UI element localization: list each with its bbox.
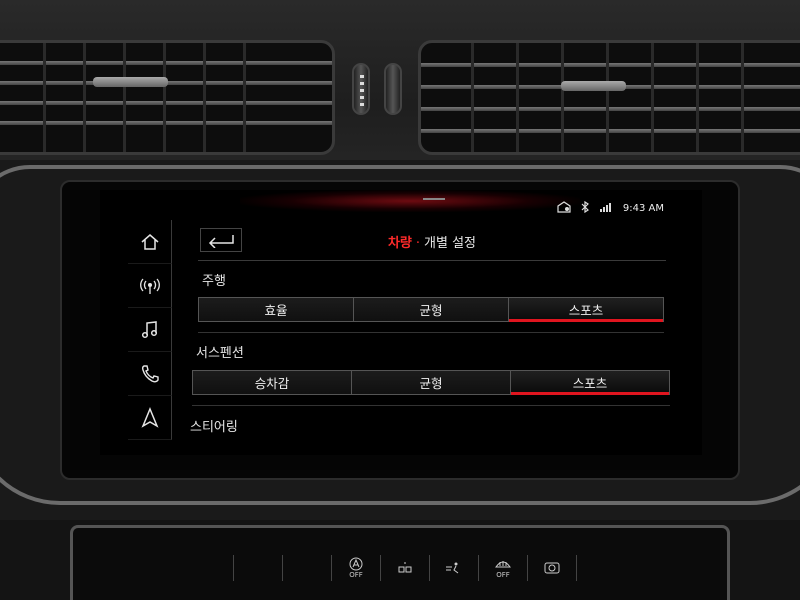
seat-icon <box>398 562 412 573</box>
pulldown-handle[interactable] <box>423 198 445 200</box>
section-divider <box>192 405 670 406</box>
top-glow <box>240 190 580 212</box>
driving-option-efficiency[interactable]: 효율 <box>199 298 354 321</box>
suspension-mode-selector: 승차감 균형 스포츠 <box>192 370 670 395</box>
dashboard-top <box>0 0 800 175</box>
sidebar-item-music[interactable] <box>128 308 172 352</box>
auto-a-icon <box>349 557 363 571</box>
auto-off-label: OFF <box>349 571 363 579</box>
airflow-person-icon <box>446 562 459 574</box>
status-bar: 9:43 AM <box>557 200 664 216</box>
suspension-option-comfort[interactable]: 승차감 <box>193 371 352 394</box>
bluetooth-icon <box>581 200 589 216</box>
climate-slot[interactable] <box>283 555 332 581</box>
title-text: 개별 설정 <box>424 236 477 251</box>
airflow-button[interactable] <box>430 555 479 581</box>
sidebar-item-navigation[interactable] <box>128 396 172 440</box>
infotainment-display: 9:43 AM 차량 · 개별 설정 주행 효율 균형 스포츠 서스펜션 승차감… <box>100 190 702 455</box>
sidebar-item-radio[interactable] <box>128 264 172 308</box>
defrost-icon <box>495 561 511 568</box>
home-icon <box>141 233 158 250</box>
breadcrumb-active[interactable]: 차량 <box>388 236 412 251</box>
climate-slot[interactable] <box>185 555 234 581</box>
main-menu-sidebar <box>128 220 172 440</box>
phone-icon <box>141 364 159 382</box>
clock: 9:43 AM <box>622 203 664 214</box>
driving-option-sport[interactable]: 스포츠 <box>509 298 663 322</box>
climate-controls: OFF OFF <box>185 555 625 581</box>
section-label-steering[interactable]: 스티어링 <box>190 416 238 435</box>
climate-slot[interactable] <box>577 555 625 581</box>
vent-controls <box>340 55 418 125</box>
suspension-option-sport[interactable]: 스포츠 <box>511 371 669 395</box>
rear-defrost-icon <box>544 562 560 574</box>
driving-option-balanced[interactable]: 균형 <box>354 298 509 321</box>
radio-icon <box>139 278 160 294</box>
sidebar-item-phone[interactable] <box>128 352 172 396</box>
section-label-suspension: 서스펜션 <box>196 346 244 361</box>
sidebar-item-home[interactable] <box>128 220 172 264</box>
left-air-vent[interactable] <box>0 40 335 155</box>
front-defrost-button[interactable]: OFF <box>479 555 528 581</box>
header-divider <box>198 260 666 261</box>
right-air-vent[interactable] <box>418 40 800 155</box>
rear-defrost-button[interactable] <box>528 555 577 581</box>
climate-slot[interactable] <box>234 555 283 581</box>
signal-icon <box>599 201 613 216</box>
navigation-arrow-icon <box>140 406 159 428</box>
section-divider <box>198 332 664 333</box>
driving-mode-selector: 효율 균형 스포츠 <box>198 297 664 322</box>
defrost-off-label: OFF <box>496 571 510 579</box>
vent-knob[interactable] <box>561 81 626 91</box>
vent-roller-right[interactable] <box>384 63 402 115</box>
connected-services-icon <box>557 201 571 216</box>
breadcrumb-separator: · <box>415 236 421 251</box>
music-note-icon <box>141 320 157 338</box>
climate-console: OFF OFF <box>70 525 730 600</box>
vent-knob[interactable] <box>93 77 168 87</box>
suspension-option-balanced[interactable]: 균형 <box>352 371 511 394</box>
page-title: 차량 · 개별 설정 <box>182 232 682 251</box>
auto-climate-button[interactable]: OFF <box>332 555 381 581</box>
seat-heat-button[interactable] <box>381 555 430 581</box>
vent-roller-left[interactable] <box>352 63 370 115</box>
section-label-driving: 주행 <box>202 274 226 289</box>
settings-panel: 차량 · 개별 설정 주행 효율 균형 스포츠 서스펜션 승차감 균형 스포츠 스티… <box>182 220 682 450</box>
